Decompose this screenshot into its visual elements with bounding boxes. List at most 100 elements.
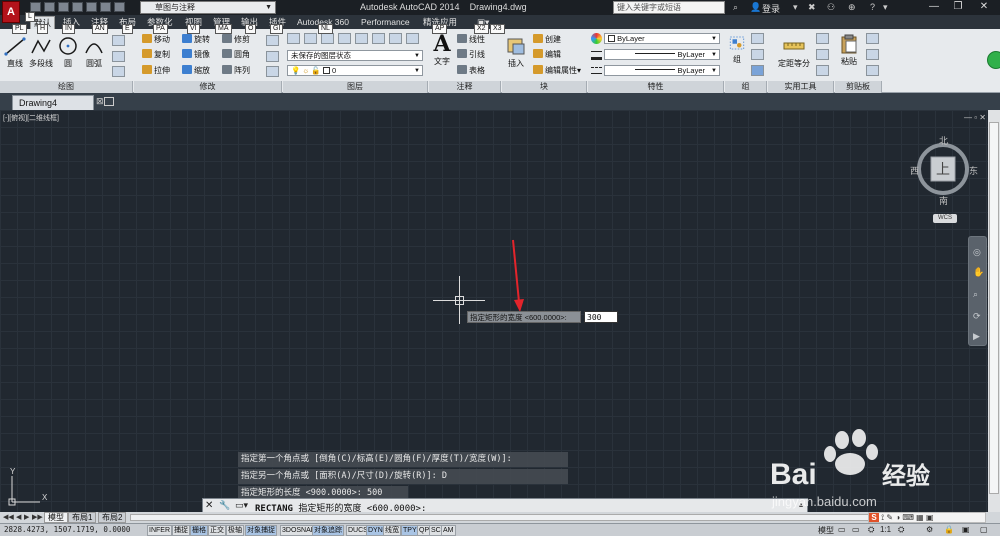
customize-wrench-icon[interactable]: 🔧 [219,500,230,511]
layer-off-icon[interactable] [338,33,351,44]
close-icon[interactable]: ✕ [205,500,215,511]
save-icon[interactable] [58,2,69,12]
status-tpy[interactable]: TPY [401,525,419,536]
orbit-icon[interactable]: ⟳ [973,311,981,322]
plot-icon[interactable] [86,2,97,12]
viewcube-top-face[interactable]: 上 [936,159,950,179]
status-am[interactable]: AM [441,525,456,536]
array-button[interactable]: 阵列 [222,65,250,77]
prev-layout-icon[interactable]: ◀ [16,513,21,521]
arc-button[interactable]: 圆弧 [82,35,106,69]
exchange-apps-icon[interactable]: ✖ [808,2,816,13]
offset-icon[interactable] [266,66,279,77]
viewcube-east[interactable]: 东 [969,164,978,177]
ime-mode-icon[interactable]: ⟟ ✎ ◑ ⌨ ▦ ▣ [881,513,933,522]
panel-title-utilities[interactable]: 实用工具 [768,81,834,93]
viewport-window-controls[interactable]: — ▫ ✕ [964,113,986,122]
calculator-icon[interactable] [816,65,829,76]
status-infer[interactable]: INFER [147,525,172,536]
quick-view-drawings-icon[interactable]: ▭ [852,525,860,534]
lock-icon[interactable]: 🔒 [944,525,954,534]
move-button[interactable]: 移动 [142,34,170,46]
paste-button[interactable]: 粘贴 [837,33,861,67]
restore-button[interactable]: ❐ [946,0,970,15]
new-file-icon[interactable] [30,2,41,12]
viewcube-west[interactable]: 西 [910,164,919,177]
a360-icon[interactable]: ⊕ [848,2,856,13]
edit-attributes-button[interactable]: 编辑属性▾ [533,65,581,77]
user-icon[interactable]: 👤 [750,2,761,13]
text-button[interactable]: A 文字 [430,33,454,67]
search-icon[interactable]: ⌕ [733,2,738,13]
color-dropdown[interactable]: ByLayer ▼ [604,33,720,44]
zoom-icon[interactable]: ⌕ [973,289,978,300]
insert-block-button[interactable]: 插入 [504,35,528,69]
viewport-controls-label[interactable]: [-][俯视][二维线框] [3,113,59,123]
showmotion-icon[interactable]: ▶ [973,331,980,342]
dynamic-input-field[interactable] [584,311,618,323]
copy-clip-icon[interactable] [866,49,879,60]
select-all-icon[interactable] [816,49,829,60]
annotation-scale-value[interactable]: 1:1 [880,525,891,534]
circle-button[interactable]: 圆 [56,35,80,69]
rectangle-icon[interactable] [112,35,125,46]
status-grid[interactable]: 栅格 [190,525,208,536]
lineweight-dropdown[interactable]: ByLayer ▼ [604,65,720,76]
scrollbar-thumb[interactable] [989,122,999,494]
quick-view-layouts-icon[interactable]: ▭ [838,525,846,534]
polyline-button[interactable]: 多段线 [27,35,55,69]
login-link[interactable]: 登录 [762,2,780,15]
layer-properties-icon[interactable] [287,33,300,44]
panel-title-properties[interactable]: 特性 [588,81,724,93]
rotate-button[interactable]: 旋转 [182,34,210,46]
panel-title-annotation[interactable]: 注释 [429,81,501,93]
layer-walk-icon[interactable] [406,33,419,44]
explode-icon[interactable] [266,51,279,62]
ungroup-icon[interactable] [751,33,764,44]
edit-block-button[interactable]: 编辑 [533,49,561,61]
first-layout-icon[interactable]: ◀◀ [3,513,14,521]
region-icon[interactable] [112,66,125,77]
navigation-bar[interactable]: ◎ ✋ ⌕ ⟳ ▶ [968,236,987,346]
hardware-acceleration-icon[interactable]: ▣ [962,525,970,534]
fillet-button[interactable]: 圆角 [222,49,250,61]
stay-connected-icon[interactable]: ⚇ [827,2,835,13]
leader-button[interactable]: 引线 [457,49,485,61]
panel-title-layers[interactable]: 图层 [283,81,428,93]
viewcube-north[interactable]: 北 [939,134,948,147]
match-properties-icon[interactable] [591,33,602,44]
last-layout-icon[interactable]: ▶▶ [32,513,43,521]
workspace-dropdown[interactable]: 草图与注释 ▼ [140,1,276,14]
line-button[interactable]: 直线 [2,35,28,69]
panel-title-groups[interactable]: 组 [725,81,767,93]
pan-icon[interactable]: ✋ [973,267,984,278]
scale-button[interactable]: 缩放 [182,65,210,77]
trim-button[interactable]: 修剪 [222,34,250,46]
status-osnap[interactable]: 对象捕捉 [245,525,277,536]
layout-tab-model[interactable]: 模型 [44,512,68,523]
layer-lock-icon[interactable] [355,33,368,44]
erase-icon[interactable] [266,35,279,46]
quick-select-icon[interactable] [816,33,829,44]
viewcube-south[interactable]: 南 [939,194,948,207]
panel-title-modify[interactable]: 修改 [134,81,282,93]
redo-icon[interactable] [114,2,125,12]
minimize-button[interactable]: — [922,0,946,15]
group-selection-icon[interactable] [751,65,764,76]
create-block-button[interactable]: 创建 [533,34,561,46]
status-dyn[interactable]: DYN [366,525,385,536]
layer-match-icon[interactable] [372,33,385,44]
layout-tab-layout2[interactable]: 布局2 [98,512,127,523]
save-as-icon[interactable] [72,2,83,12]
hatch-icon[interactable] [112,51,125,62]
file-tab-drawing4[interactable]: Drawing4 [12,95,94,110]
linear-dimension-button[interactable]: 线性 [457,34,485,46]
table-button[interactable]: 表格 [457,65,485,77]
layer-previous-icon[interactable] [389,33,402,44]
group-edit-icon[interactable] [751,49,764,60]
panel-title-draw[interactable]: 绘图 [0,81,133,93]
linetype-dropdown[interactable]: ByLayer ▼ [604,49,720,60]
stretch-button[interactable]: 拉伸 [142,65,170,77]
layer-freeze-icon[interactable] [321,33,334,44]
layout-tab-layout1[interactable]: 布局1 [68,512,97,523]
